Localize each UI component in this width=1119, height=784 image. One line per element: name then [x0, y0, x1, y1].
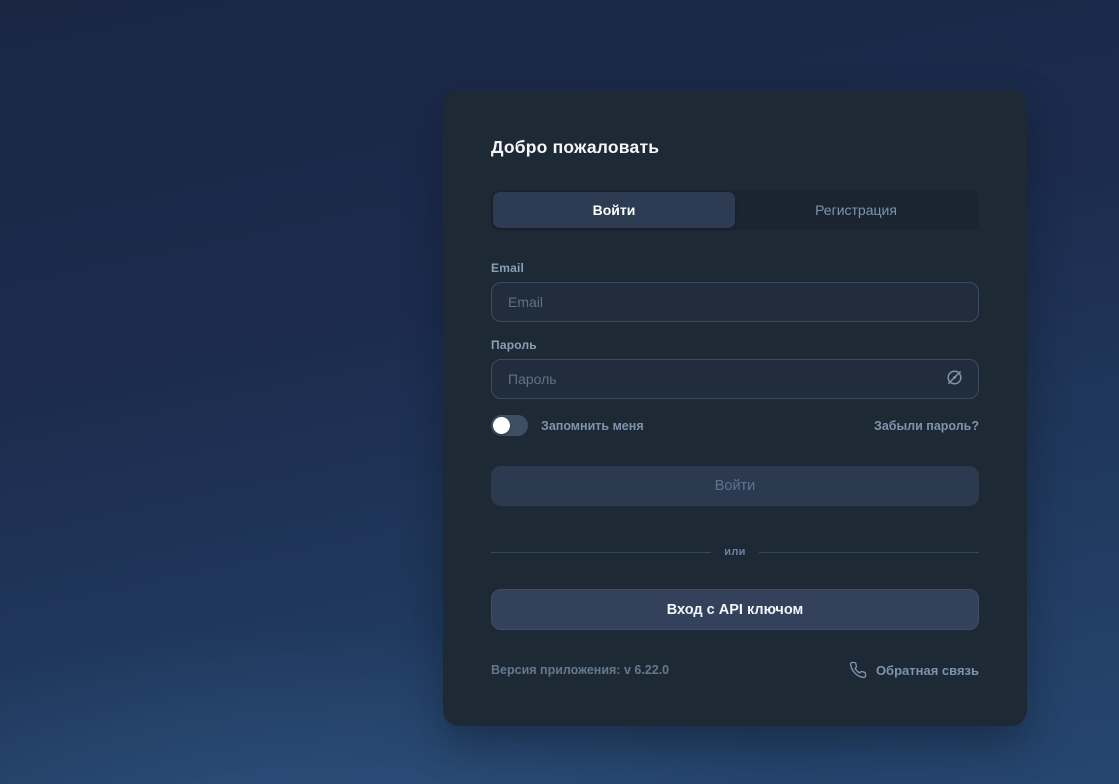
feedback-link[interactable]: Обратная связь — [849, 661, 979, 679]
api-key-login-button[interactable]: Вход с API ключом — [491, 589, 979, 630]
remember-me-group: Запомнить меня — [491, 415, 644, 436]
email-field-wrap — [491, 282, 979, 322]
login-submit-button[interactable]: Войти — [491, 466, 979, 506]
email-label: Email — [491, 261, 525, 275]
toggle-password-visibility-button[interactable] — [935, 359, 973, 399]
email-field[interactable] — [491, 282, 979, 322]
tab-register[interactable]: Регистрация — [735, 192, 977, 228]
password-label: Пароль — [491, 338, 537, 352]
feedback-label: Обратная связь — [875, 662, 979, 678]
password-field[interactable] — [491, 359, 979, 399]
divider-line-right — [758, 551, 980, 553]
eye-off-icon — [944, 367, 965, 391]
divider-line-left — [491, 551, 712, 553]
forgot-password-link[interactable]: Забыли пароль? — [874, 419, 979, 433]
page-title: Добро пожаловать — [491, 137, 660, 157]
options-row: Запомнить меня Забыли пароль? — [491, 415, 979, 436]
divider-label: или — [724, 546, 746, 558]
card-footer: Версия приложения: v 6.22.0 Обратная свя… — [491, 661, 979, 679]
toggle-knob — [493, 417, 510, 434]
remember-me-label: Запомнить меня — [541, 418, 644, 433]
tab-login[interactable]: Войти — [493, 192, 735, 228]
app-version-text: Версия приложения: v 6.22.0 — [491, 663, 670, 677]
phone-icon — [849, 661, 867, 679]
or-divider: или — [491, 546, 980, 558]
login-page: { "card": { "title": "Добро пожаловать" … — [0, 0, 1119, 784]
auth-card: Добро пожаловать Войти Регистрация Email… — [443, 89, 1027, 726]
password-field-wrap — [491, 359, 979, 399]
auth-tabbar: Войти Регистрация — [491, 190, 979, 230]
remember-me-toggle[interactable] — [491, 415, 528, 436]
